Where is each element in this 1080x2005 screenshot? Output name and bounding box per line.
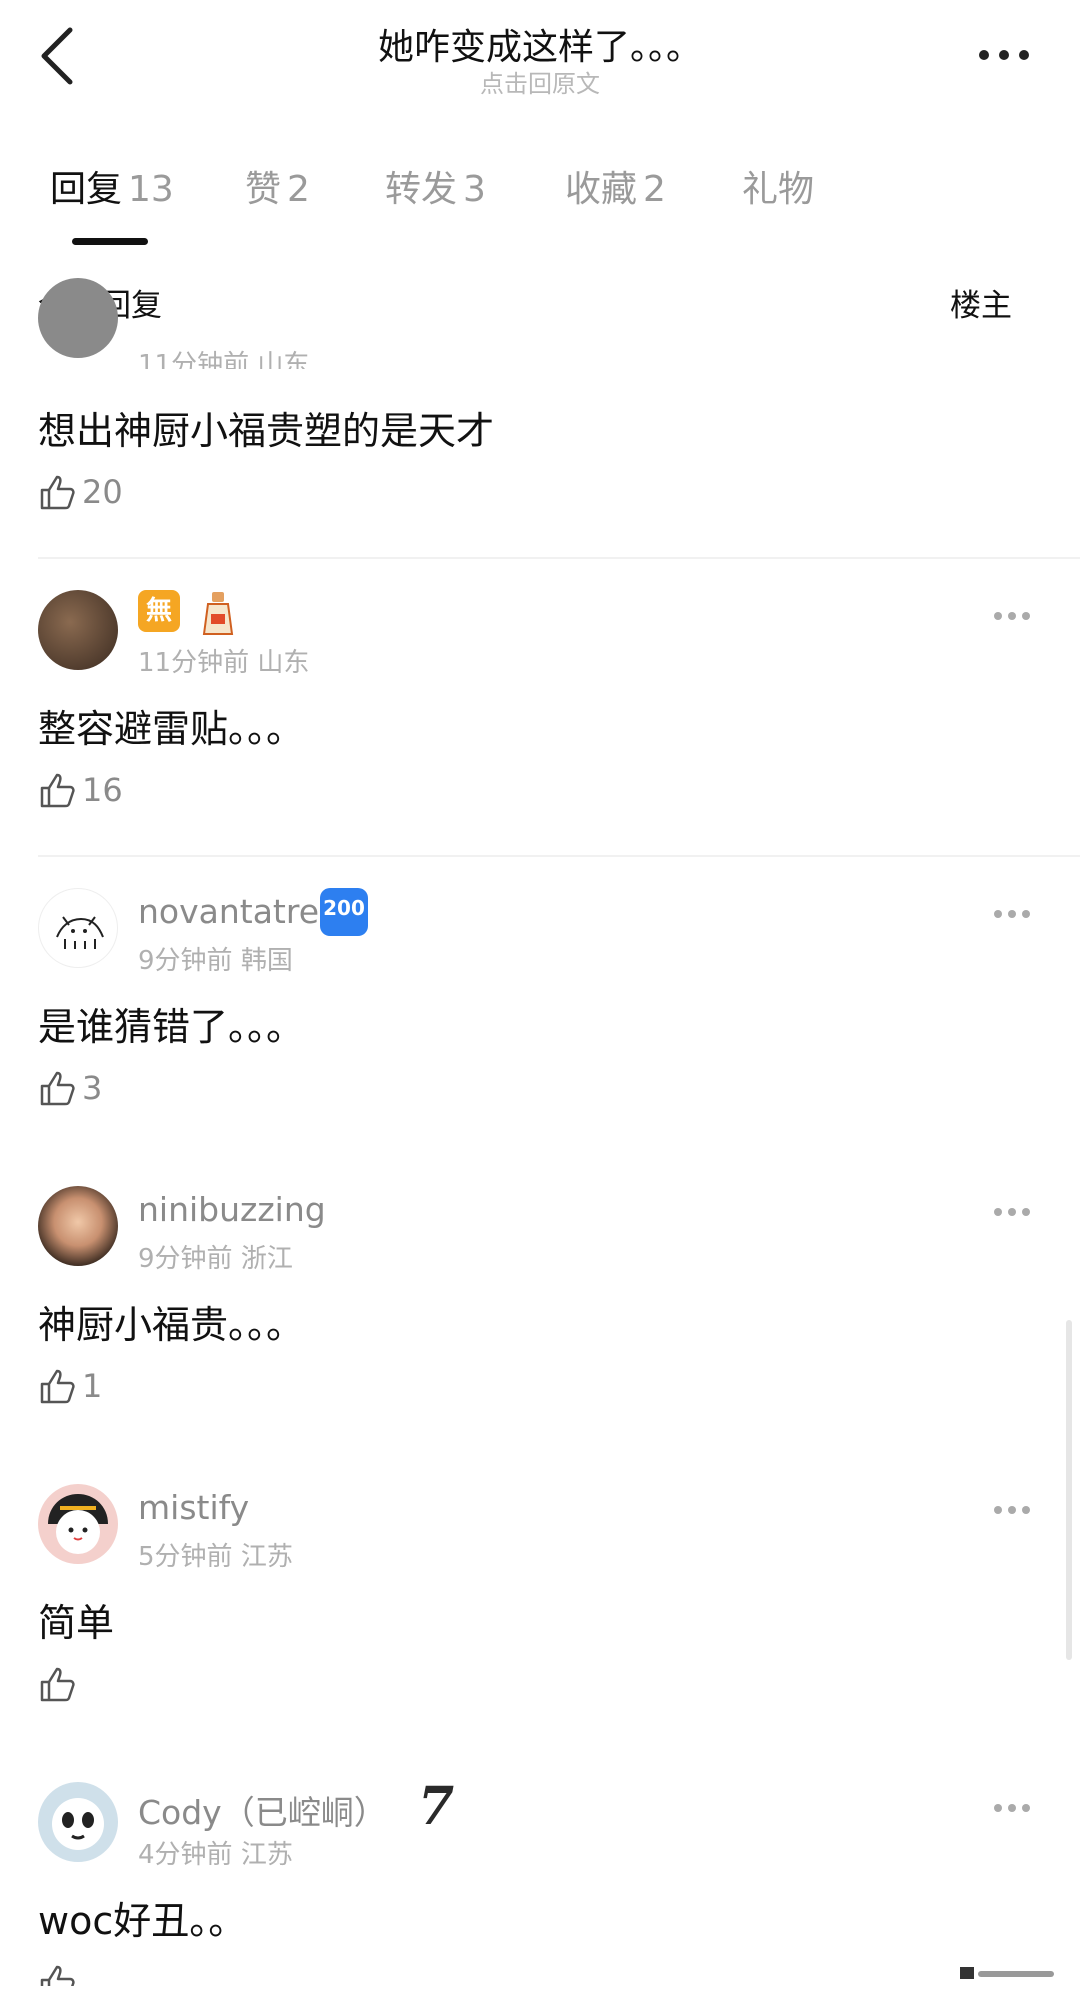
comment-meta: 11分钟前 山东	[138, 350, 310, 380]
divider	[38, 557, 1080, 559]
comment-text: 整容避雷贴。。。	[38, 707, 305, 751]
tab-label: 赞	[245, 169, 282, 210]
thumbs-up-icon	[40, 475, 75, 510]
badge-icon: 無	[138, 590, 180, 632]
top-bar: 她咋变成这样了。。。 点击回原文	[0, 0, 1080, 120]
tab-replies[interactable]: 回复 13	[50, 160, 174, 212]
thumbs-up-icon	[40, 1369, 75, 1404]
like-count: 1	[82, 1367, 103, 1405]
comment-more-icon[interactable]	[992, 1802, 1032, 1814]
tab-label: 礼物	[742, 169, 815, 210]
like-button[interactable]: 16	[38, 768, 123, 812]
reply-filter-bar: 全部回复 楼主	[0, 280, 1080, 330]
like-button[interactable]	[38, 1662, 82, 1706]
comment-text: 想出神厨小福贵塑的是天才	[38, 409, 495, 453]
like-count: 16	[82, 771, 123, 809]
username[interactable]: mistify	[138, 1488, 249, 1527]
comment-text: 简单	[38, 1601, 115, 1645]
scrollbar[interactable]	[1066, 1320, 1072, 1660]
view-original-link[interactable]: 点击回原文	[0, 64, 1080, 99]
number-badge-icon: 7	[418, 1776, 455, 1837]
tab-label: 转发	[385, 169, 458, 210]
comment-text: woc好丑。。	[38, 1899, 247, 1943]
username[interactable]: Cody（已崆峒）	[138, 1786, 387, 1834]
divider	[38, 855, 1080, 857]
comment-more-icon[interactable]	[992, 1206, 1032, 1218]
comment-text: 神厨小福贵。。。	[38, 1303, 305, 1347]
more-options-icon[interactable]	[976, 46, 1032, 64]
tab-likes[interactable]: 赞2	[245, 160, 310, 212]
comment-meta: 9分钟前 韩国	[138, 946, 293, 976]
like-button[interactable]: 1	[38, 1364, 102, 1408]
like-button[interactable]: 20	[38, 470, 123, 514]
tab-label: 收藏	[565, 169, 638, 210]
tab-gifts[interactable]: 礼物	[742, 160, 814, 212]
tab-label: 回复	[50, 169, 123, 210]
like-count: 3	[82, 1069, 103, 1107]
thumbs-up-icon	[40, 1965, 75, 1986]
comment-text: 是谁猜错了。。。	[38, 1005, 305, 1049]
active-tab-indicator	[72, 238, 148, 245]
comment-meta: 9分钟前 浙江	[138, 1244, 293, 1274]
comment-meta: 11分钟前 山东	[138, 648, 310, 678]
tab-count: 2	[643, 169, 666, 210]
username[interactable]: novantatre	[138, 892, 319, 931]
avatar[interactable]	[38, 888, 118, 968]
tab-bar: 回复 13 赞2 转发 3 收藏 2 礼物	[0, 160, 1080, 250]
comment-meta: 5分钟前 江苏	[138, 1542, 293, 1572]
tab-reposts[interactable]: 转发 3	[385, 160, 486, 212]
avatar[interactable]	[38, 1782, 118, 1862]
like-button[interactable]	[38, 1962, 78, 1986]
op-only-filter[interactable]: 楼主	[950, 280, 1012, 325]
level-badge-icon: 200	[320, 888, 368, 936]
comment-meta: 4分钟前 江苏	[138, 1840, 293, 1870]
bottle-badge-icon	[202, 592, 234, 635]
avatar[interactable]	[38, 278, 118, 358]
username[interactable]: ninibuzzing	[138, 1190, 326, 1229]
like-button[interactable]: 3	[38, 1066, 102, 1110]
page-title: 她咋变成这样了。。。	[377, 27, 702, 68]
thumbs-up-icon	[40, 773, 75, 808]
thumbs-up-icon	[40, 1667, 75, 1702]
tab-count: 13	[128, 169, 174, 210]
thumbs-up-icon	[40, 1071, 75, 1106]
avatar[interactable]	[38, 1186, 118, 1266]
tab-count: 3	[463, 169, 486, 210]
watermark-logo-icon	[960, 1967, 1054, 1979]
avatar[interactable]	[38, 590, 118, 670]
like-count: 20	[82, 473, 123, 511]
dog-doodle-icon	[56, 916, 104, 949]
comment-more-icon[interactable]	[992, 1504, 1032, 1516]
comment-more-icon[interactable]	[992, 610, 1032, 622]
cartoon-girl-icon	[48, 1494, 108, 1554]
panda-cartoon-icon	[52, 1798, 104, 1850]
tab-favorites[interactable]: 收藏 2	[565, 160, 666, 212]
avatar[interactable]	[38, 1484, 118, 1564]
tab-count: 2	[287, 169, 310, 210]
comment-more-icon[interactable]	[992, 908, 1032, 920]
